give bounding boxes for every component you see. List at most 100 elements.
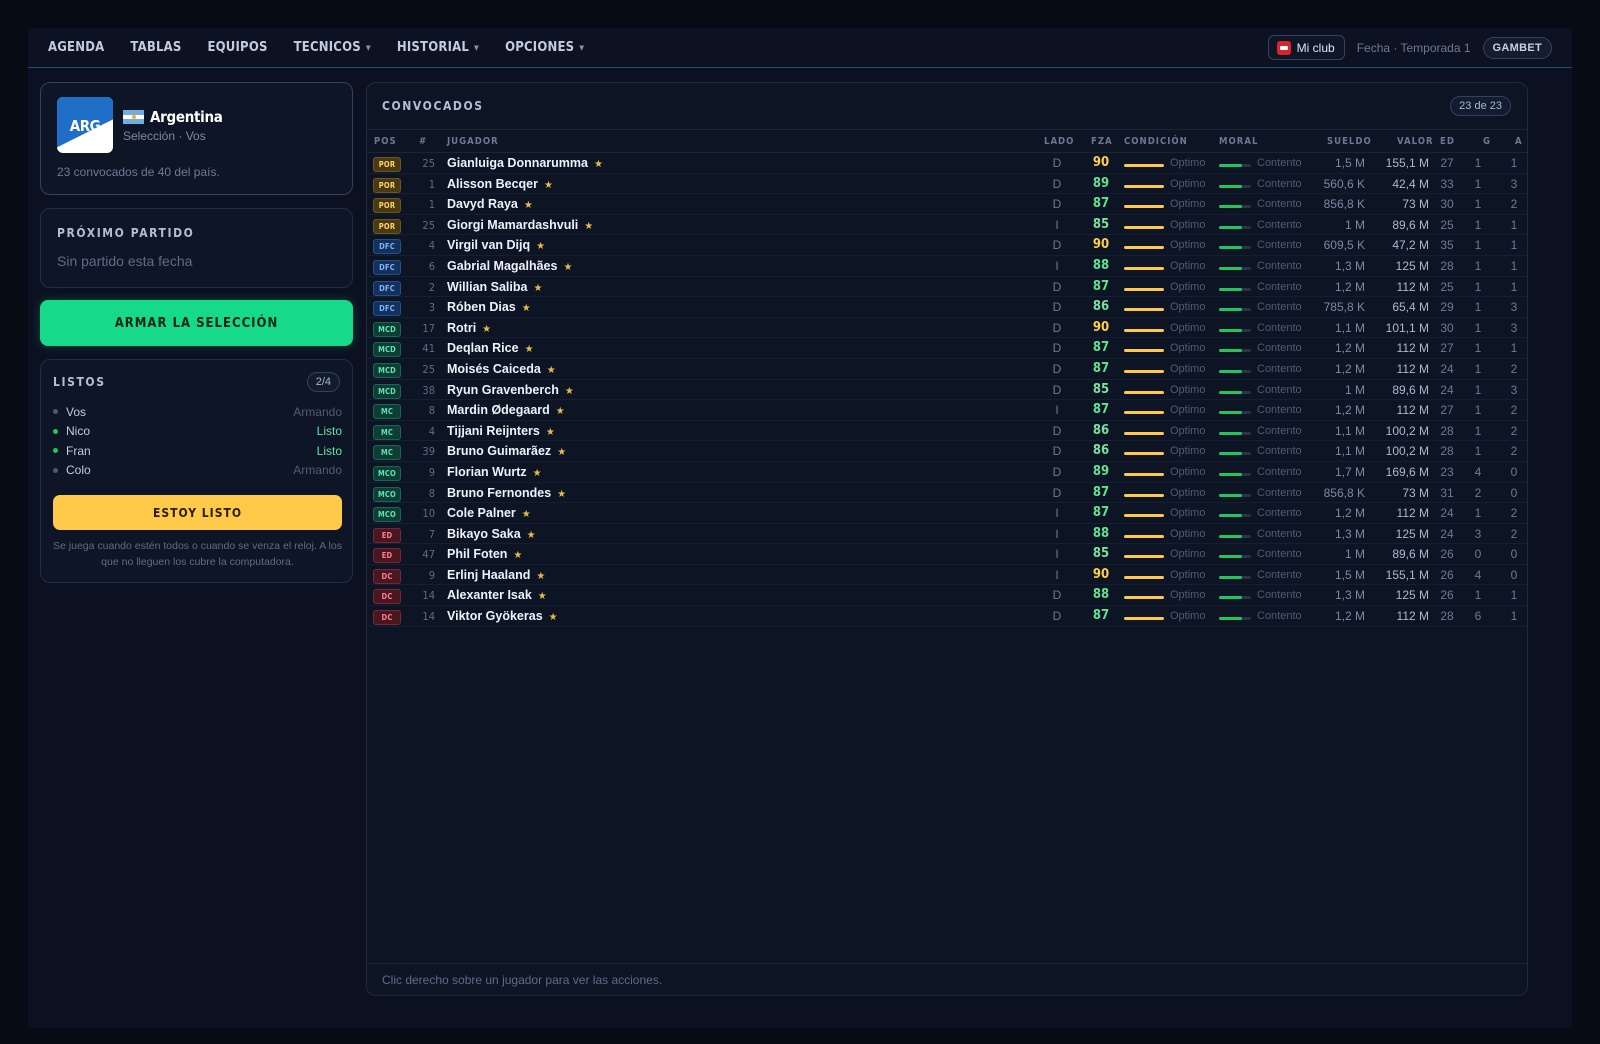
table-row[interactable]: POR 1 Davyd Raya ★ D 87 Optimo Contento 856,8 K 7…: [367, 194, 1527, 215]
table-row[interactable]: DFC 6 Gabrial Magalhães ★ I 88 Optimo Contento 1…: [367, 256, 1527, 277]
team-logo: ARG: [57, 97, 113, 153]
argentina-flag-icon: [123, 110, 144, 124]
moral-cell: Contento: [1219, 362, 1302, 375]
header-num[interactable]: #: [419, 136, 427, 147]
nav-item-tablas[interactable]: TABLAS: [130, 40, 181, 55]
condition-cell: Optimo: [1124, 259, 1205, 272]
player-name-cell[interactable]: Deqlan Rice ★: [447, 341, 534, 355]
age-value: 24: [1440, 361, 1454, 376]
player-name-cell[interactable]: Erlinj Haaland ★: [447, 568, 545, 582]
moral-bar: [1219, 205, 1251, 209]
player-name-cell[interactable]: Moisés Caiceda ★: [447, 362, 556, 376]
nav-item-equipos[interactable]: EQUIPOS: [207, 40, 267, 55]
table-row[interactable]: DC 14 Alexanter Isak ★ D 88 Optimo Contento 1,3 …: [367, 585, 1527, 607]
player-name-cell[interactable]: Alexanter Isak ★: [447, 588, 547, 602]
table-row[interactable]: MCD 25 Moisés Caiceda ★ D 87 Optimo Contento 1,2…: [367, 359, 1527, 380]
star-icon: ★: [482, 323, 492, 335]
player-name-cell[interactable]: Rotri ★: [447, 321, 491, 335]
player-name-cell[interactable]: Róben Dias ★: [447, 300, 531, 314]
table-row[interactable]: MCO 9 Florian Wurtz ★ D 89 Optimo Contento 1,7 M…: [367, 462, 1527, 483]
estoy-listo-button[interactable]: ESTOY LISTO: [53, 495, 342, 530]
moral-cell: Contento: [1219, 321, 1302, 334]
nav-item-agenda[interactable]: AGENDA: [48, 40, 104, 55]
table-row[interactable]: MCD 38 Ryun Gravenberch ★ D 85 Optimo Contento 1…: [367, 380, 1527, 401]
table-row[interactable]: MCD 41 Deqlan Rice ★ D 87 Optimo Contento 1,2 M 1…: [367, 338, 1527, 359]
foot-side: I: [1055, 258, 1059, 273]
position-cell: ED: [373, 547, 401, 564]
nav-item-historial[interactable]: HISTORIAL ▼: [397, 40, 479, 55]
header-valor[interactable]: VALOR: [1397, 136, 1434, 147]
header-fza[interactable]: FZA: [1091, 136, 1113, 147]
player-name-cell[interactable]: Bruno Guimarãez ★: [447, 444, 566, 458]
moral-bar: [1219, 246, 1251, 250]
header-sueldo[interactable]: SUELDO: [1327, 136, 1372, 147]
market-value: 112 M: [1396, 506, 1429, 521]
moral-label: Contento: [1257, 589, 1302, 602]
header-cond[interactable]: CONDICIÓN: [1124, 136, 1188, 147]
moral-label: Contento: [1257, 465, 1302, 478]
nav-item-tecnicos[interactable]: TECNICOS ▼: [294, 40, 371, 55]
condition-cell: Optimo: [1124, 362, 1205, 375]
table-row[interactable]: MCO 10 Cole Palner ★ I 87 Optimo Contento 1,2 M 1…: [367, 503, 1527, 524]
position-cell: POR: [373, 197, 401, 214]
table-row[interactable]: MC 39 Bruno Guimarãez ★ D 86 Optimo Contento 1,1…: [367, 441, 1527, 462]
position-cell: DC: [373, 588, 401, 605]
table-row[interactable]: ED 47 Phil Foten ★ I 85 Optimo Contento 1 M 89,6 …: [367, 544, 1527, 565]
player-name-cell[interactable]: Gabrial Magalhães ★: [447, 259, 572, 273]
table-row[interactable]: MC 8 Mardin Ødegaard ★ I 87 Optimo Contento 1,2 …: [367, 400, 1527, 421]
table-row[interactable]: DC 14 Viktor Gyökeras ★ D 87 Optimo Contento 1,2…: [367, 606, 1527, 627]
player-name-cell[interactable]: Phil Foten ★: [447, 547, 522, 561]
player-name-cell[interactable]: Bruno Fernondes ★: [447, 486, 566, 500]
header-moral[interactable]: MORAL: [1219, 136, 1258, 147]
market-value: 65,4 M: [1392, 300, 1429, 315]
foot-side: D: [1052, 341, 1062, 356]
player-name-cell[interactable]: Tijjani Reijnters ★: [447, 424, 555, 438]
foot-side: D: [1052, 444, 1062, 459]
user-badge[interactable]: GAMBET: [1482, 36, 1552, 59]
player-name-cell[interactable]: Ryun Gravenberch ★: [447, 383, 574, 397]
player-name-cell[interactable]: Willian Saliba ★: [447, 280, 542, 294]
player-name-cell[interactable]: Viktor Gyökeras ★: [447, 609, 558, 623]
player-name-cell[interactable]: Giorgi Mamardashvuli ★: [447, 218, 593, 232]
table-row[interactable]: POR 25 Gianluiga Donnarumma ★ D 90 Optimo Conte…: [367, 153, 1527, 174]
table-row[interactable]: MCD 17 Rotri ★ D 90 Optimo Contento 1,1 M 101,1 M…: [367, 318, 1527, 339]
mi-club-button[interactable]: Mi club: [1267, 35, 1345, 60]
player-name-cell[interactable]: Bikayo Saka ★: [447, 527, 536, 541]
assists-value: 3: [1510, 300, 1518, 315]
table-row[interactable]: DC 9 Erlinj Haaland ★ I 90 Optimo Contento 1,5 M…: [367, 565, 1527, 586]
player-name-cell[interactable]: Florian Wurtz ★: [447, 465, 542, 479]
header-ed[interactable]: ED: [1440, 136, 1455, 147]
header-pos[interactable]: POS: [374, 136, 397, 147]
header-g[interactable]: G: [1483, 136, 1491, 147]
goals-value: 0: [1474, 547, 1482, 562]
table-row[interactable]: MCO 8 Bruno Fernondes ★ D 87 Optimo Contento 856…: [367, 483, 1527, 504]
position-badge: MC: [373, 404, 401, 420]
table-row[interactable]: ED 7 Bikayo Saka ★ I 88 Optimo Contento 1,3 M 125…: [367, 524, 1527, 545]
header-a[interactable]: A: [1515, 136, 1523, 147]
header-name[interactable]: JUGADOR: [447, 136, 499, 147]
player-name-cell[interactable]: Alisson Becqer ★: [447, 177, 553, 191]
moral-cell: Contento: [1219, 341, 1302, 354]
nav-item-opciones[interactable]: OPCIONES ▼: [505, 40, 584, 55]
table-row[interactable]: POR 1 Alisson Becqer ★ D 89 Optimo Contento 560,…: [367, 174, 1527, 195]
market-value: 100,2 M: [1385, 423, 1429, 438]
header-lado[interactable]: LADO: [1044, 136, 1074, 147]
player-name-cell[interactable]: Davyd Raya ★: [447, 197, 533, 211]
condition-cell: Optimo: [1124, 218, 1205, 231]
table-row[interactable]: MC 4 Tijjani Reijnters ★ D 86 Optimo Contento 1,…: [367, 421, 1527, 442]
player-name-cell[interactable]: Cole Palner ★: [447, 506, 531, 520]
market-value: 125 M: [1395, 526, 1429, 541]
table-row[interactable]: DFC 3 Róben Dias ★ D 86 Optimo Contento 785,8 K 6…: [367, 297, 1527, 318]
moral-cell: Contento: [1219, 156, 1302, 169]
table-row[interactable]: DFC 4 Virgil van Dijq ★ D 90 Optimo Contento 609…: [367, 235, 1527, 256]
player-name-cell[interactable]: Virgil van Dijq ★: [447, 238, 545, 252]
strength-value: 88: [1092, 587, 1110, 603]
player-name-cell[interactable]: Mardin Ødegaard ★: [447, 403, 565, 417]
armar-seleccion-button[interactable]: ARMAR LA SELECCIÓN: [40, 300, 353, 346]
player-name: Florian Wurtz: [447, 464, 527, 479]
table-row[interactable]: POR 25 Giorgi Mamardashvuli ★ I 85 Optimo Conte…: [367, 215, 1527, 236]
moral-cell: Contento: [1219, 609, 1302, 622]
player-name-cell[interactable]: Gianluiga Donnarumma ★: [447, 156, 603, 170]
player-name: Alexanter Isak: [447, 588, 532, 603]
table-row[interactable]: DFC 2 Willian Saliba ★ D 87 Optimo Contento 1,2 …: [367, 277, 1527, 298]
